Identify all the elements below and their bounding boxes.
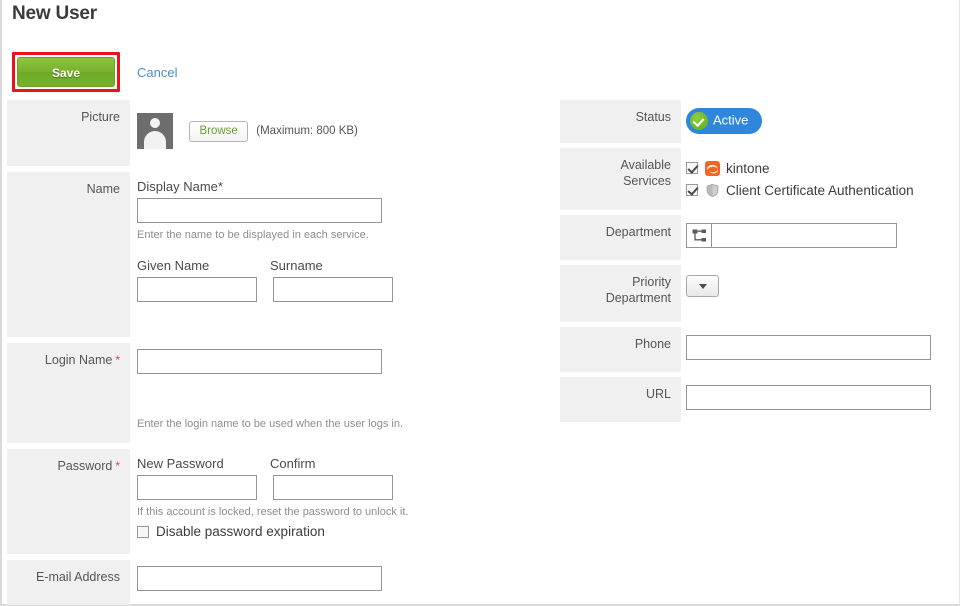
label-text-line1: Available	[620, 158, 671, 172]
field-url: URL	[560, 377, 960, 422]
url-input[interactable]	[686, 385, 931, 410]
picture-max-size-note: (Maximum: 800 KB)	[256, 125, 358, 137]
department-input[interactable]	[712, 223, 897, 248]
field-picture-label: Picture	[7, 100, 130, 166]
field-department: Department	[560, 215, 960, 260]
label-text-value: Password	[57, 459, 113, 473]
display-name-label: Display Name	[137, 179, 218, 194]
confirm-password-input[interactable]	[273, 475, 394, 500]
field-login-name-body: Enter the login name to be used when the…	[137, 349, 403, 430]
field-department-label: Department	[560, 215, 681, 260]
service-checkbox-kintone[interactable]	[686, 162, 698, 174]
field-name: Name Display Name* Enter the name to be …	[7, 172, 547, 337]
field-available-services-body: kintone Client Certificate Authenticatio…	[686, 157, 914, 201]
label-text: Phone	[634, 337, 671, 351]
field-url-body	[686, 385, 931, 410]
surname-input[interactable]	[273, 277, 394, 302]
service-label-kintone: kintone	[726, 160, 770, 176]
new-password-label: New Password	[137, 456, 224, 471]
label-text-line2: Services	[623, 174, 671, 188]
save-button-highlight: Save	[12, 52, 120, 92]
label-text: Picture	[81, 110, 120, 124]
page-title: New User	[12, 3, 97, 24]
field-name-label: Name	[7, 172, 130, 337]
login-name-required-mark: *	[115, 353, 120, 367]
field-email: E-mail Address	[7, 560, 547, 605]
confirm-password-label: Confirm	[270, 456, 316, 471]
priority-department-dropdown[interactable]	[686, 275, 719, 297]
field-status-body: Active	[686, 108, 763, 134]
login-name-input[interactable]	[137, 349, 382, 374]
field-priority-department: Priority Department	[560, 265, 960, 322]
field-password-label: Password *	[7, 449, 130, 554]
label-text: URL	[645, 387, 671, 401]
browse-button[interactable]: Browse	[189, 120, 248, 142]
field-department-body	[686, 223, 897, 248]
phone-input[interactable]	[686, 335, 931, 360]
password-required-mark: *	[115, 459, 120, 473]
display-name-hint: Enter the name to be displayed in each s…	[137, 229, 369, 241]
status-badge[interactable]: Active	[686, 108, 763, 134]
label-text: E-mail Address	[35, 570, 120, 584]
field-priority-department-body	[686, 275, 719, 297]
field-email-label: E-mail Address	[7, 560, 130, 605]
given-name-input[interactable]	[137, 277, 257, 302]
field-picture-body: Browse (Maximum: 800 KB)	[137, 113, 358, 149]
display-name-required-mark: *	[217, 179, 223, 194]
field-phone-label: Phone	[560, 327, 681, 372]
field-password: Password * New Password Confirm If this ac…	[7, 449, 547, 554]
status-badge-label: Active	[713, 112, 749, 128]
email-input[interactable]	[137, 566, 382, 591]
disable-password-expiration-row[interactable]: Disable password expiration	[137, 524, 408, 539]
label-text: Status	[635, 110, 671, 124]
shield-icon	[705, 183, 720, 198]
service-row-kintone[interactable]: kintone	[686, 157, 914, 179]
label-text-value: Login Name	[44, 353, 113, 367]
new-password-input[interactable]	[137, 475, 257, 500]
cancel-link[interactable]: Cancel	[137, 65, 177, 80]
label-text-line1: Priority	[632, 275, 671, 289]
service-label-client-certificate: Client Certificate Authentication	[726, 182, 914, 198]
right-form-column: Status Active Available Services kintone…	[560, 100, 960, 422]
field-available-services: Available Services kintone Client Certif…	[560, 148, 960, 210]
field-email-body	[137, 566, 382, 591]
check-circle-icon	[690, 111, 708, 130]
save-button[interactable]: Save	[17, 57, 115, 87]
password-hint: If this account is locked, reset the pas…	[137, 506, 409, 518]
disable-password-expiration-checkbox[interactable]	[137, 525, 149, 538]
label-text: Login Name *	[13, 352, 120, 368]
label-text: Password *	[13, 458, 120, 474]
new-user-page: New User Save Cancel Picture Browse (Max…	[0, 0, 960, 606]
surname-label: Surname	[270, 258, 323, 273]
given-name-label: Given Name	[137, 258, 210, 273]
field-phone-body	[686, 335, 931, 360]
disable-password-expiration-label: Disable password expiration	[156, 524, 325, 539]
left-form-column: Picture Browse (Maximum: 800 KB) Name Di…	[7, 100, 547, 605]
service-checkbox-client-certificate[interactable]	[686, 184, 698, 196]
label-text: Department	[605, 225, 671, 239]
org-tree-icon[interactable]	[686, 223, 712, 248]
field-picture: Picture Browse (Maximum: 800 KB)	[7, 100, 547, 166]
label-text-line2: Department	[605, 291, 671, 305]
field-available-services-label: Available Services	[560, 148, 681, 210]
field-password-body: New Password Confirm If this account is l…	[137, 455, 408, 539]
field-priority-department-label: Priority Department	[560, 265, 681, 322]
display-name-input[interactable]	[137, 198, 382, 223]
field-status: Status Active	[560, 100, 960, 143]
field-phone: Phone	[560, 327, 960, 372]
field-login-name: Login Name * Enter the login name to be u…	[7, 343, 547, 443]
kintone-icon	[705, 160, 720, 176]
avatar	[137, 113, 173, 149]
field-name-body: Display Name* Enter the name to be displ…	[137, 172, 394, 302]
service-row-client-certificate[interactable]: Client Certificate Authentication	[686, 179, 914, 201]
label-text: Name	[86, 182, 120, 196]
field-url-label: URL	[560, 377, 681, 422]
login-name-hint: Enter the login name to be used when the…	[137, 418, 404, 430]
field-status-label: Status	[560, 100, 681, 143]
field-login-name-label: Login Name *	[7, 343, 130, 443]
